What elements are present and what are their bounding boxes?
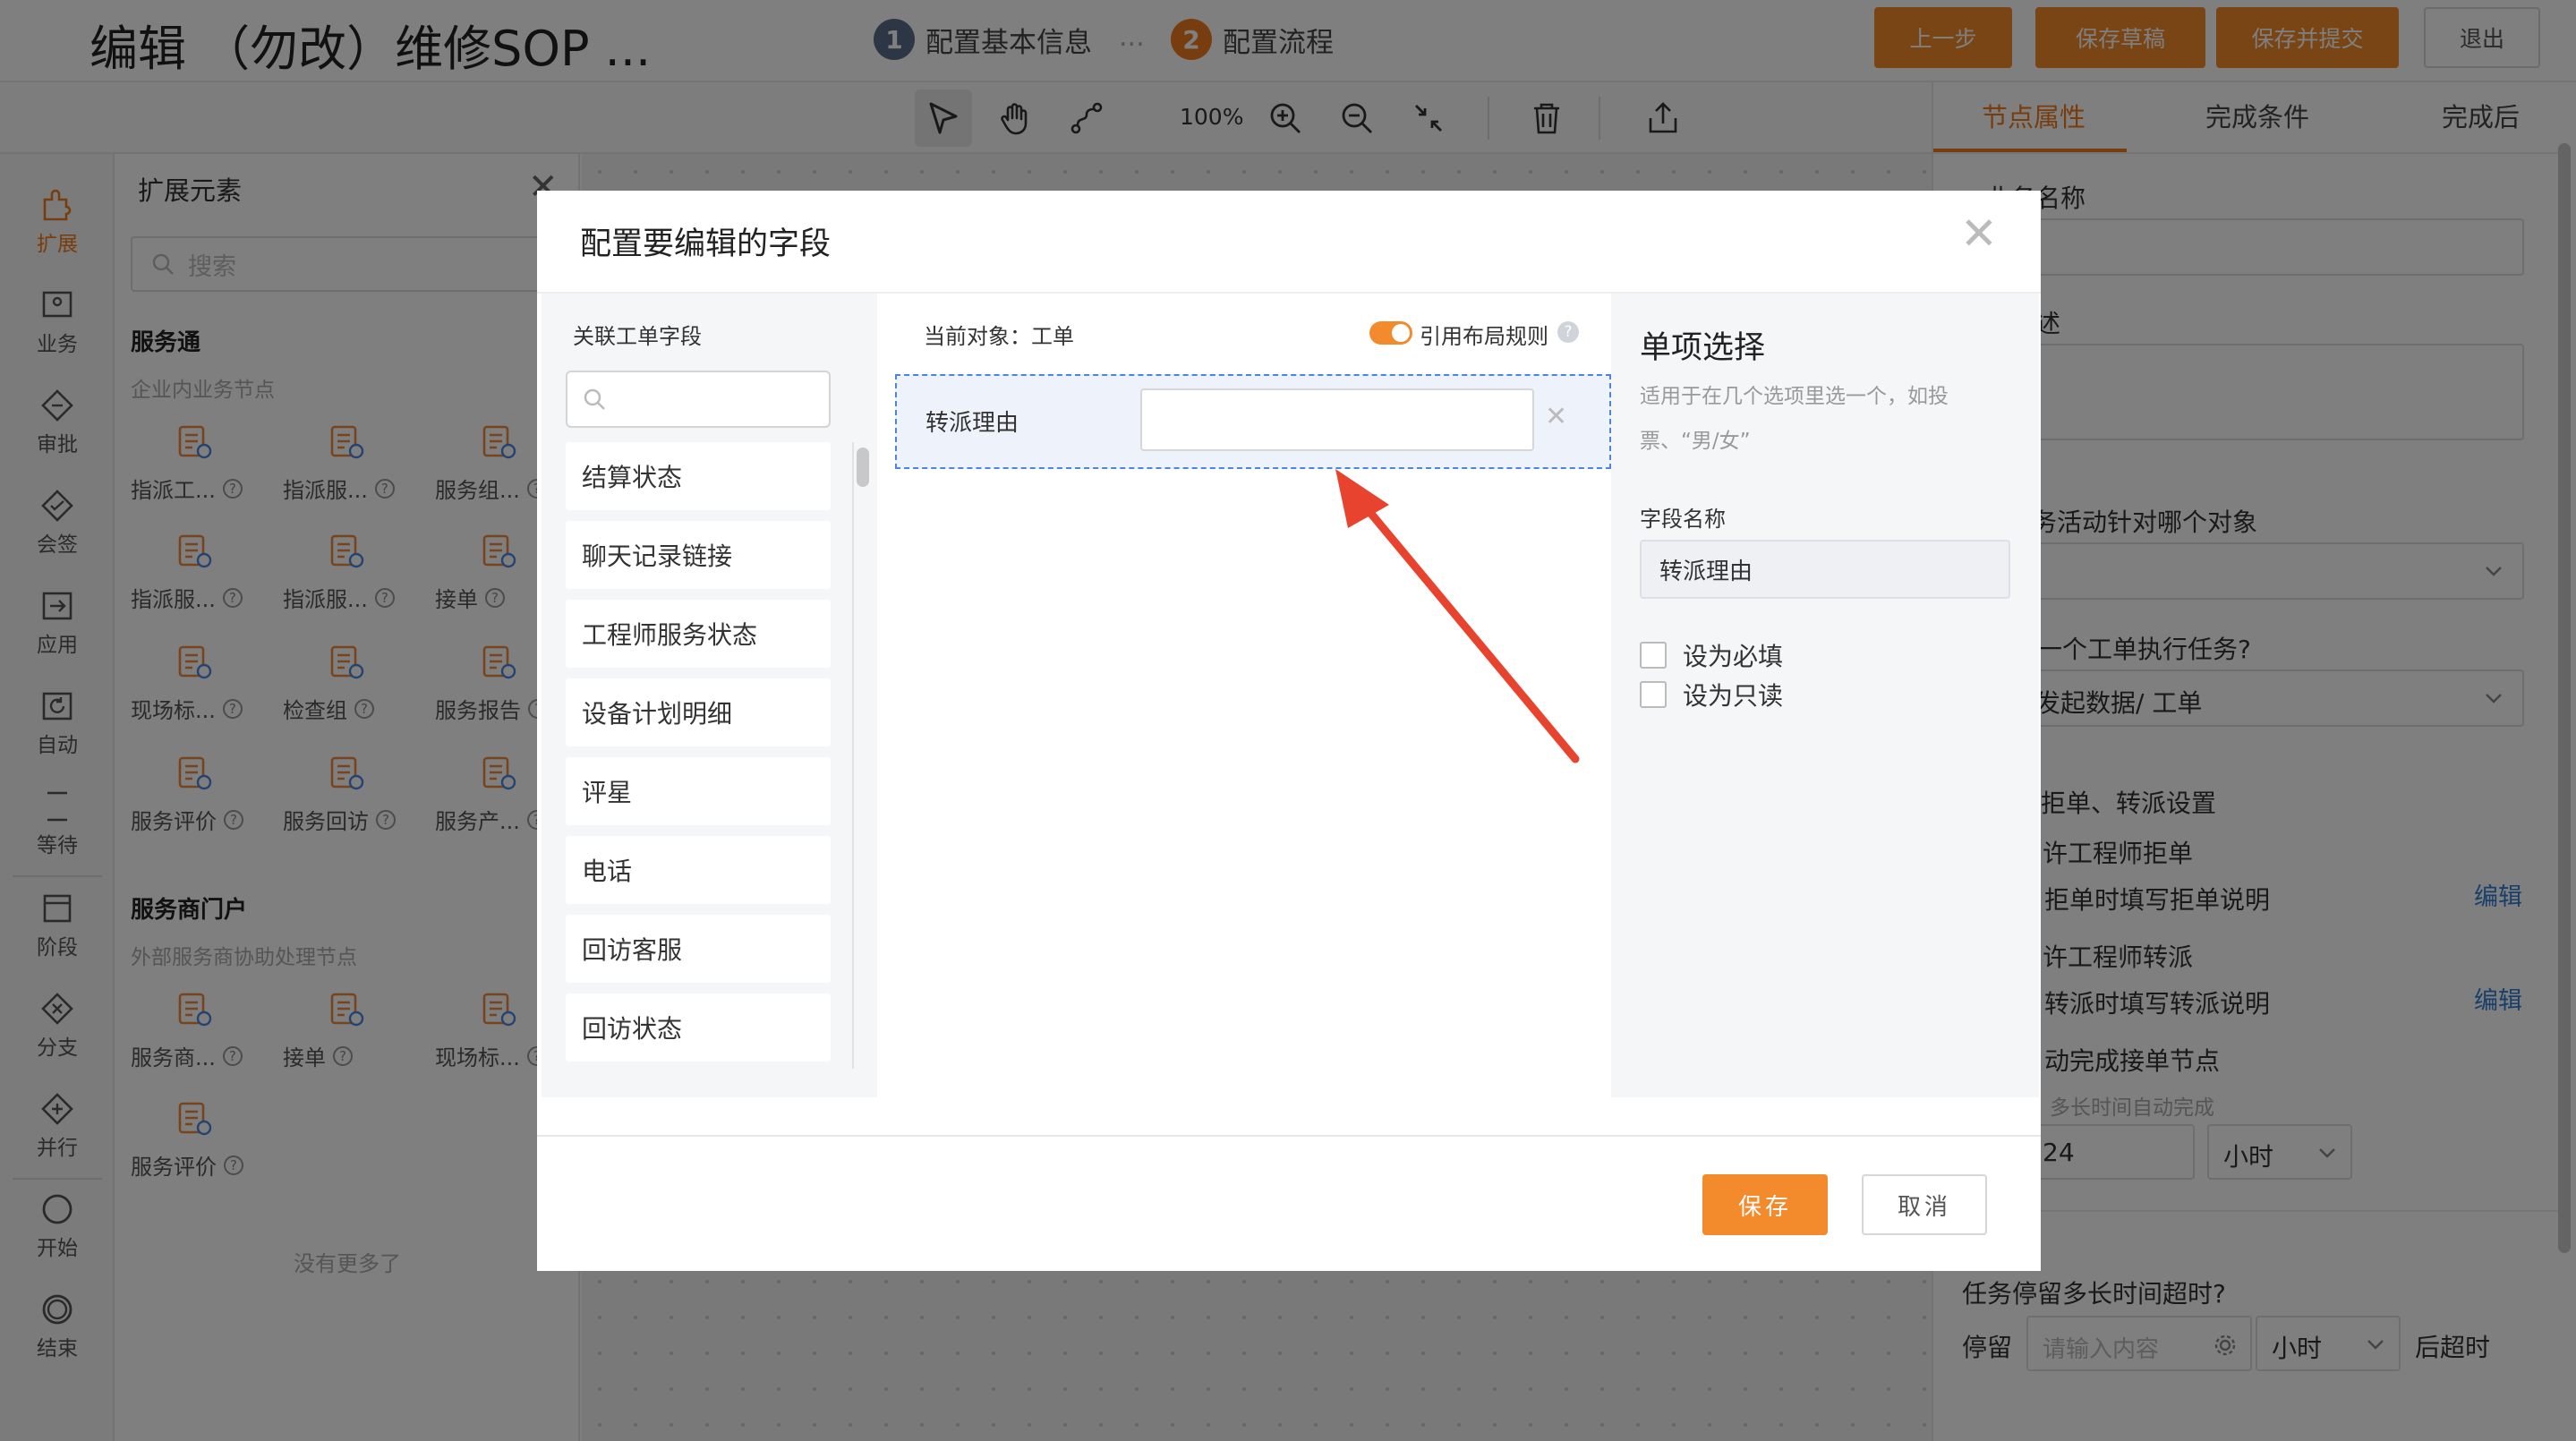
field-list-scroll-track [852, 442, 854, 1069]
required-label: 设为必填 [1683, 642, 1784, 671]
field-list-scrollbar[interactable] [857, 448, 869, 487]
modal-footer-divider [537, 1135, 2041, 1137]
readonly-checkbox-row[interactable]: 设为只读 [1640, 677, 1783, 712]
related-field-item[interactable]: 回访状态 [566, 993, 831, 1062]
remove-field-icon[interactable]: ✕ [1545, 401, 1567, 432]
save-button[interactable]: 保存 [1702, 1174, 1828, 1235]
search-icon [584, 388, 605, 410]
current-object-label: 当前对象：工单 [924, 324, 1074, 349]
required-checkbox-row[interactable]: 设为必填 [1640, 637, 1783, 673]
related-field-item[interactable]: 工程师服务状态 [566, 600, 831, 668]
close-icon[interactable]: ✕ [1960, 208, 1998, 260]
readonly-checkbox[interactable] [1640, 681, 1667, 708]
readonly-label: 设为只读 [1683, 681, 1784, 711]
field-type-title: 单项选择 [1640, 330, 1766, 366]
annotation-arrow-icon [1335, 469, 1580, 763]
related-field-item[interactable]: 评星 [566, 757, 831, 825]
field-type-description: 适用于在几个选项里选一个，如投票、“男/女” [1640, 385, 1949, 453]
modal-title: 配置要编辑的字段 [580, 226, 832, 262]
required-checkbox[interactable] [1640, 642, 1667, 669]
layout-rule-label: 引用布局规则 [1420, 324, 1548, 349]
related-fields-search-input[interactable] [566, 371, 831, 428]
selected-field-label: 转派理由 [925, 410, 1019, 437]
field-name-label: 字段名称 [1640, 507, 1726, 532]
related-field-item[interactable]: 聊天记录链接 [566, 521, 831, 589]
layout-rule-toggle[interactable] [1369, 321, 1412, 345]
cancel-button[interactable]: 取消 [1862, 1174, 1987, 1235]
related-field-item[interactable]: 设备计划明细 [566, 678, 831, 746]
related-field-item[interactable]: 回访客服 [566, 915, 831, 983]
selected-field-input[interactable] [1140, 388, 1534, 451]
field-name-input[interactable]: 转派理由 [1640, 540, 2010, 599]
related-field-item[interactable]: 结算状态 [566, 442, 831, 510]
related-fields-title: 关联工单字段 [573, 324, 702, 349]
related-field-item[interactable]: 电话 [566, 836, 831, 904]
help-icon[interactable]: ? [1557, 321, 1579, 343]
